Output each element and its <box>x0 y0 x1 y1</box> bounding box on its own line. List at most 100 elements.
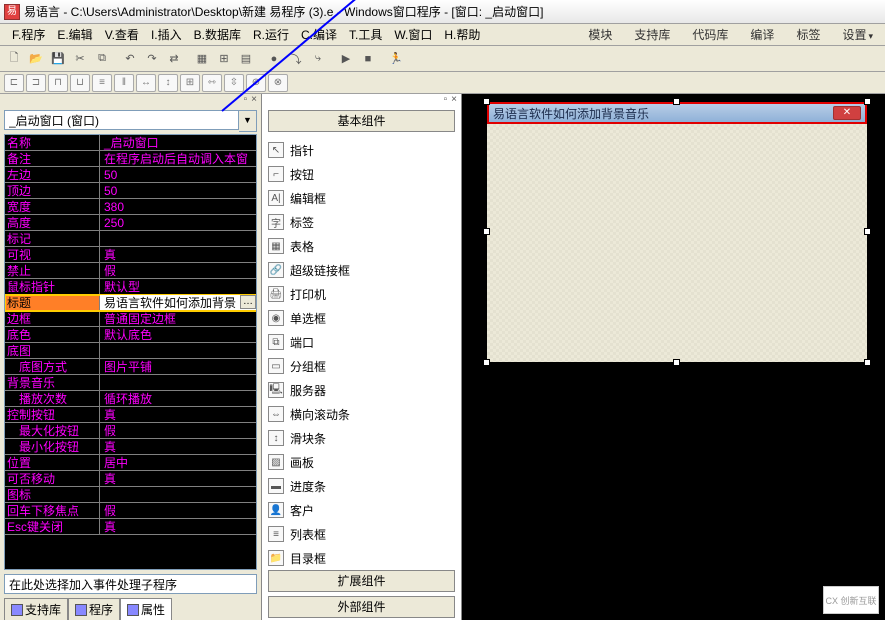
rmenu-codelib[interactable]: 代码库 <box>686 24 734 45</box>
property-row[interactable]: 禁止假 <box>5 263 256 279</box>
property-value[interactable]: 50 <box>100 167 256 182</box>
event-selector[interactable] <box>4 574 257 594</box>
redo-icon[interactable]: ↷ <box>142 49 162 69</box>
property-row[interactable]: 可否移动真 <box>5 471 256 487</box>
object-selector-dropdown-icon[interactable]: ▼ <box>239 110 257 132</box>
property-row[interactable]: 控制按钮真 <box>5 407 256 423</box>
component-item[interactable]: ⇔横向滚动条 <box>268 402 455 426</box>
property-row[interactable]: 播放次数循环播放 <box>5 391 256 407</box>
property-row[interactable]: 图标 <box>5 487 256 503</box>
open-icon[interactable]: 📂 <box>26 49 46 69</box>
property-row[interactable]: 标题易语言软件如何添加背景… <box>5 295 256 311</box>
dbview-icon[interactable]: ⊞ <box>214 49 234 69</box>
tab-program[interactable]: 程序 <box>68 598 120 620</box>
stepover-icon[interactable]: ⤵ <box>286 49 306 69</box>
tab-support[interactable]: 支持库 <box>4 598 68 620</box>
menu-view[interactable]: V.查看 <box>99 24 145 45</box>
menu-program[interactable]: F.程序 <box>6 24 51 45</box>
find-icon[interactable]: ⇄ <box>164 49 184 69</box>
property-value[interactable]: 居中 <box>100 455 256 470</box>
category-extended[interactable]: 扩展组件 <box>268 570 455 592</box>
resize-handle[interactable] <box>483 98 490 105</box>
property-value[interactable]: 250 <box>100 215 256 230</box>
component-item[interactable]: 📁目录框 <box>268 546 455 568</box>
property-value[interactable]: 图片平铺 <box>100 359 256 374</box>
property-row[interactable]: 宽度380 <box>5 199 256 215</box>
menu-window[interactable]: W.窗口 <box>388 24 438 45</box>
menu-edit[interactable]: E.编辑 <box>51 24 98 45</box>
resize-handle[interactable] <box>864 359 871 366</box>
rmenu-module[interactable]: 模块 <box>582 24 618 45</box>
property-row[interactable]: 可视真 <box>5 247 256 263</box>
component-item[interactable]: ▨画板 <box>268 450 455 474</box>
tab-properties[interactable]: 属性 <box>120 598 172 620</box>
align-vcenter-icon[interactable]: ‖ <box>114 74 134 92</box>
property-row[interactable]: 最大化按钮假 <box>5 423 256 439</box>
component-item[interactable]: ▬进度条 <box>268 474 455 498</box>
property-row[interactable]: 左边50 <box>5 167 256 183</box>
design-form[interactable]: 易语言软件如何添加背景音乐 ✕ <box>487 102 867 362</box>
property-value[interactable] <box>100 343 256 358</box>
property-value[interactable]: _启动窗口 <box>100 135 256 150</box>
component-item[interactable]: 🔗超级链接框 <box>268 258 455 282</box>
run-icon[interactable]: ▶ <box>336 49 356 69</box>
property-value[interactable]: 50 <box>100 183 256 198</box>
property-value[interactable]: 默认型 <box>100 279 256 294</box>
component-item[interactable]: ⌐按钮 <box>268 162 455 186</box>
property-value[interactable]: 真 <box>100 471 256 486</box>
property-row[interactable]: 顶边50 <box>5 183 256 199</box>
property-row[interactable]: 边框普通固定边框 <box>5 311 256 327</box>
component-item[interactable]: ▦表格 <box>268 234 455 258</box>
align-bottom-icon[interactable]: ⊔ <box>70 74 90 92</box>
rmenu-support[interactable]: 支持库 <box>628 24 676 45</box>
align-top-icon[interactable]: ⊓ <box>48 74 68 92</box>
property-row[interactable]: 位置居中 <box>5 455 256 471</box>
save-icon[interactable]: 💾 <box>48 49 68 69</box>
property-row[interactable]: 最小化按钮真 <box>5 439 256 455</box>
stepin-icon[interactable]: ⤷ <box>308 49 328 69</box>
property-value[interactable]: 真 <box>100 407 256 422</box>
property-value[interactable]: 易语言软件如何添加背景… <box>100 295 256 310</box>
stop-icon[interactable]: ■ <box>358 49 378 69</box>
resize-handle[interactable] <box>673 98 680 105</box>
form-close-button[interactable]: ✕ <box>833 106 861 120</box>
property-row[interactable]: 备注在程序启动后自动调入本窗 <box>5 151 256 167</box>
vspace-icon[interactable]: ⇳ <box>224 74 244 92</box>
property-value[interactable]: 假 <box>100 503 256 518</box>
property-value[interactable] <box>100 375 256 390</box>
resize-handle[interactable] <box>483 359 490 366</box>
menu-help[interactable]: H.帮助 <box>438 24 486 45</box>
property-row[interactable]: 名称_启动窗口 <box>5 135 256 151</box>
property-value[interactable]: 假 <box>100 263 256 278</box>
rmenu-compile[interactable]: 编译 <box>744 24 780 45</box>
property-row[interactable]: 底色默认底色 <box>5 327 256 343</box>
rmenu-tag[interactable]: 标签 <box>790 24 826 45</box>
rmenu-settings[interactable]: 设置 <box>836 24 879 45</box>
component-item[interactable]: 🖳服务器 <box>268 378 455 402</box>
component-item[interactable]: A|编辑框 <box>268 186 455 210</box>
component-item[interactable]: ↕滑块条 <box>268 426 455 450</box>
property-row[interactable]: 底图 <box>5 343 256 359</box>
menu-run[interactable]: R.运行 <box>247 24 295 45</box>
same-height-icon[interactable]: ↕ <box>158 74 178 92</box>
property-row[interactable]: 背景音乐 <box>5 375 256 391</box>
new-icon[interactable]: 🗋 <box>4 49 24 69</box>
property-row[interactable]: 回车下移焦点假 <box>5 503 256 519</box>
copy-icon[interactable]: ⧉ <box>92 49 112 69</box>
resize-handle[interactable] <box>864 98 871 105</box>
property-value[interactable]: 真 <box>100 439 256 454</box>
component-item[interactable]: 字标签 <box>268 210 455 234</box>
property-row[interactable]: 高度250 <box>5 215 256 231</box>
property-value[interactable]: 循环播放 <box>100 391 256 406</box>
property-value[interactable]: 真 <box>100 247 256 262</box>
property-value[interactable]: 在程序启动后自动调入本窗 <box>100 151 256 166</box>
component-item[interactable]: 🖨打印机 <box>268 282 455 306</box>
comp-panel-close-icon[interactable]: × <box>449 94 459 108</box>
property-row[interactable]: 标记 <box>5 231 256 247</box>
form-designer[interactable]: 易语言软件如何添加背景音乐 ✕ <box>462 94 885 620</box>
comp-panel-pin-icon[interactable]: ▫ <box>442 94 450 108</box>
form-body[interactable] <box>487 124 867 362</box>
center-v-icon[interactable]: ⊗ <box>268 74 288 92</box>
menu-tools[interactable]: T.工具 <box>343 24 388 45</box>
object-selector[interactable] <box>4 110 239 130</box>
